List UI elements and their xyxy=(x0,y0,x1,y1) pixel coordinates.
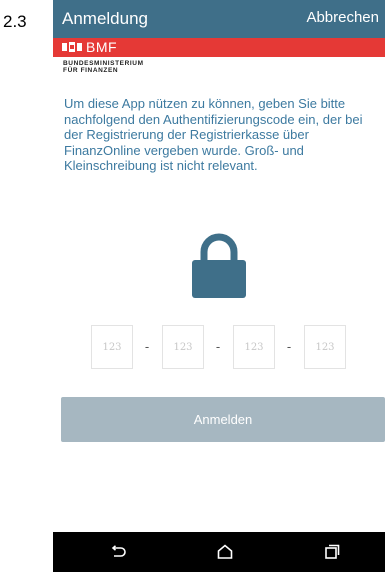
intro-text: Um diese App nützen zu können, geben Sie… xyxy=(64,96,363,173)
code-separator: - xyxy=(144,339,150,354)
ministry-line-1: BUNDESMINISTERIUM xyxy=(63,60,144,67)
code-separator: - xyxy=(215,339,221,354)
step-label: 2.3 xyxy=(3,12,27,31)
bmf-eagle-icon xyxy=(62,42,82,52)
app-bar-title: Anmeldung xyxy=(62,9,149,28)
login-button[interactable]: Anmelden xyxy=(61,397,385,442)
code-field-4[interactable]: 123 xyxy=(304,325,346,369)
ministry-line-2: FÜR FINANZEN xyxy=(63,67,119,74)
brand-bar: BMF xyxy=(53,38,385,57)
back-icon[interactable] xyxy=(109,543,127,561)
auth-code-row: 123 - 123 - 123 - 123 xyxy=(91,325,353,371)
system-nav-bar xyxy=(53,532,385,572)
home-icon[interactable] xyxy=(216,543,234,561)
cancel-button[interactable]: Abbrechen xyxy=(306,9,379,26)
ministry-name: BUNDESMINISTERIUM FÜR FINANZEN xyxy=(63,60,144,74)
code-separator: - xyxy=(286,339,292,354)
recents-icon[interactable] xyxy=(323,543,341,561)
phone-screen: Anmeldung Abbrechen BMF BUNDESMINISTERIU… xyxy=(53,0,385,572)
code-field-1[interactable]: 123 xyxy=(91,325,133,369)
lock-icon xyxy=(192,233,246,298)
app-bar: Anmeldung Abbrechen xyxy=(53,0,385,38)
code-field-3[interactable]: 123 xyxy=(233,325,275,369)
bmf-logo-text: BMF xyxy=(86,39,118,55)
code-field-2[interactable]: 123 xyxy=(162,325,204,369)
